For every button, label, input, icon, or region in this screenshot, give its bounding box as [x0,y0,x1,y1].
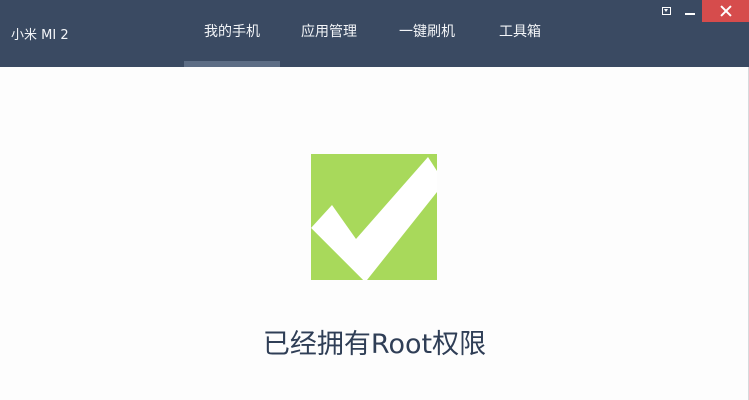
tab-one-click-flash[interactable]: 一键刷机 [378,0,476,67]
window-controls [654,0,749,22]
tab-toolbox[interactable]: 工具箱 [476,0,564,67]
menu-button[interactable] [654,0,678,22]
tab-indicator [378,61,476,67]
tab-indicator [476,61,564,67]
tab-app-management[interactable]: 应用管理 [280,0,378,67]
tab-label: 一键刷机 [399,24,455,40]
header-bar: 小米 MI 2 我的手机 应用管理 一键刷机 工具箱 [0,0,749,67]
tab-label: 工具箱 [499,24,541,40]
tab-label: 我的手机 [204,24,260,40]
tab-my-phone[interactable]: 我的手机 [184,0,280,67]
app-window: 小米 MI 2 我的手机 应用管理 一键刷机 工具箱 已经拥有Root权限 [0,0,749,400]
checkmark-icon [311,154,437,280]
close-button[interactable] [702,0,749,22]
tab-indicator [280,61,378,67]
tab-active-indicator [184,61,280,67]
minimize-button[interactable] [678,0,702,22]
minimize-icon [685,13,695,15]
close-icon [720,5,732,17]
dropdown-menu-icon [661,7,671,15]
tab-label: 应用管理 [301,24,357,40]
main-tabs: 我的手机 应用管理 一键刷机 工具箱 [184,0,564,67]
root-status-text: 已经拥有Root权限 [262,329,487,360]
device-name: 小米 MI 2 [11,28,69,43]
